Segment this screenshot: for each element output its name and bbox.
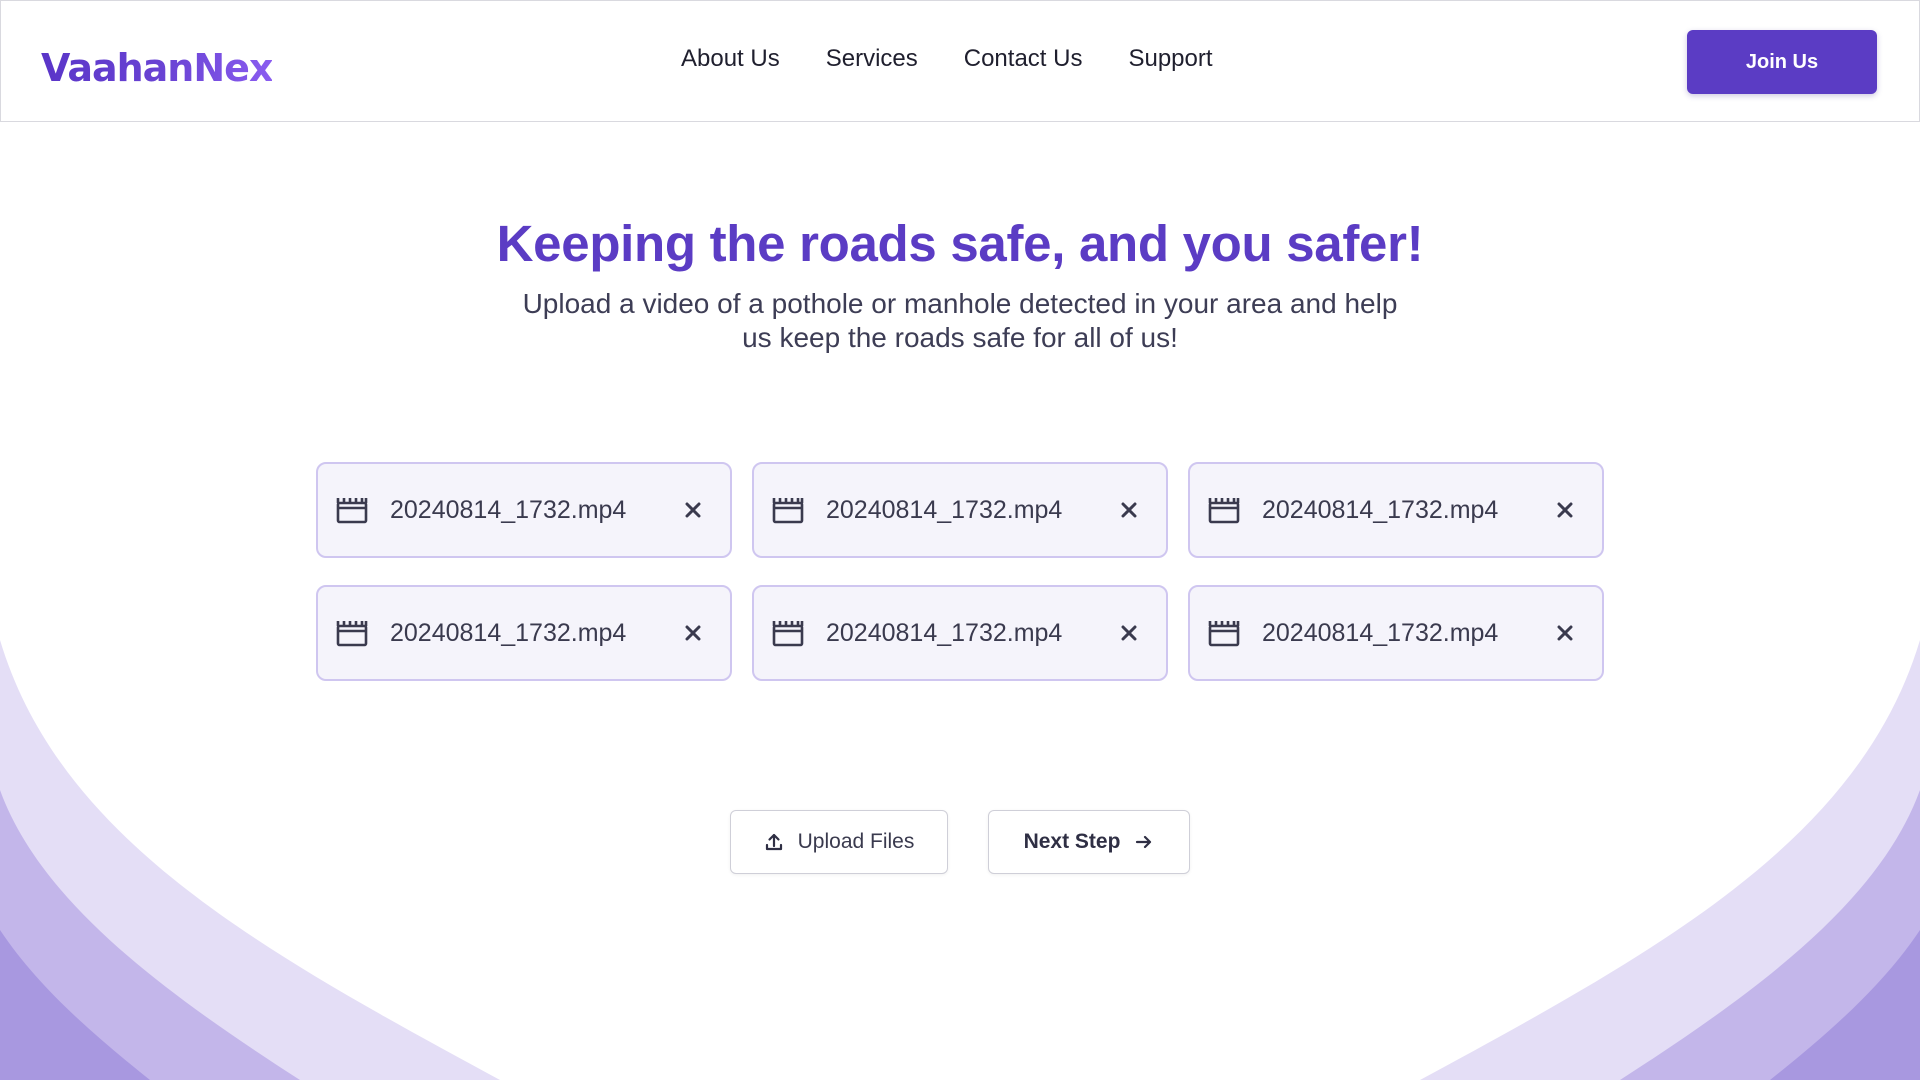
file-card: 20240814_1732.mp4 xyxy=(752,585,1168,681)
hero-section: Keeping the roads safe, and you safer! U… xyxy=(0,214,1920,355)
file-card: 20240814_1732.mp4 xyxy=(752,462,1168,558)
action-buttons: Upload Files Next Step xyxy=(730,810,1190,874)
video-clapper-icon xyxy=(772,498,804,524)
file-card: 20240814_1732.mp4 xyxy=(316,462,732,558)
file-card: 20240814_1732.mp4 xyxy=(1188,462,1604,558)
brand-logo[interactable]: VaahanNex xyxy=(41,37,273,90)
upload-files-label: Upload Files xyxy=(797,830,915,853)
nav-support[interactable]: Support xyxy=(1128,45,1212,73)
video-clapper-icon xyxy=(336,498,368,524)
next-step-button[interactable]: Next Step xyxy=(988,810,1190,874)
file-card: 20240814_1732.mp4 xyxy=(1188,585,1604,681)
video-clapper-icon xyxy=(772,621,804,647)
next-step-label: Next Step xyxy=(1023,830,1121,853)
nav-services[interactable]: Services xyxy=(826,45,918,73)
file-name: 20240814_1732.mp4 xyxy=(1262,495,1499,524)
video-clapper-icon xyxy=(336,621,368,647)
top-navbar: VaahanNex About Us Services Contact Us S… xyxy=(0,0,1920,122)
remove-file-close-icon[interactable] xyxy=(676,493,710,527)
remove-file-close-icon[interactable] xyxy=(1112,493,1146,527)
main-nav: About Us Services Contact Us Support xyxy=(681,45,1213,73)
remove-file-close-icon[interactable] xyxy=(1548,493,1582,527)
nav-contact-us[interactable]: Contact Us xyxy=(964,45,1083,73)
file-name: 20240814_1732.mp4 xyxy=(390,495,627,524)
video-clapper-icon xyxy=(1208,498,1240,524)
file-name: 20240814_1732.mp4 xyxy=(1262,618,1499,647)
uploaded-files-grid: 20240814_1732.mp4 20240814_1732.mp4 2024… xyxy=(316,462,1606,681)
upload-files-button[interactable]: Upload Files xyxy=(730,810,948,874)
upload-icon xyxy=(765,833,782,851)
file-name: 20240814_1732.mp4 xyxy=(826,495,1063,524)
nav-about-us[interactable]: About Us xyxy=(681,45,780,73)
remove-file-close-icon[interactable] xyxy=(1548,616,1582,650)
page-subtitle: Upload a video of a pothole or manhole d… xyxy=(522,288,1398,353)
join-us-button[interactable]: Join Us xyxy=(1687,30,1877,94)
remove-file-close-icon[interactable] xyxy=(676,616,710,650)
file-name: 20240814_1732.mp4 xyxy=(826,618,1063,647)
file-card: 20240814_1732.mp4 xyxy=(316,585,732,681)
video-clapper-icon xyxy=(1208,621,1240,647)
arrow-right-icon xyxy=(1136,835,1152,849)
brand-logo-text: VaahanNex xyxy=(41,46,273,90)
file-name: 20240814_1732.mp4 xyxy=(390,618,627,647)
remove-file-close-icon[interactable] xyxy=(1112,616,1146,650)
page-title: Keeping the roads safe, and you safer! xyxy=(496,215,1424,272)
